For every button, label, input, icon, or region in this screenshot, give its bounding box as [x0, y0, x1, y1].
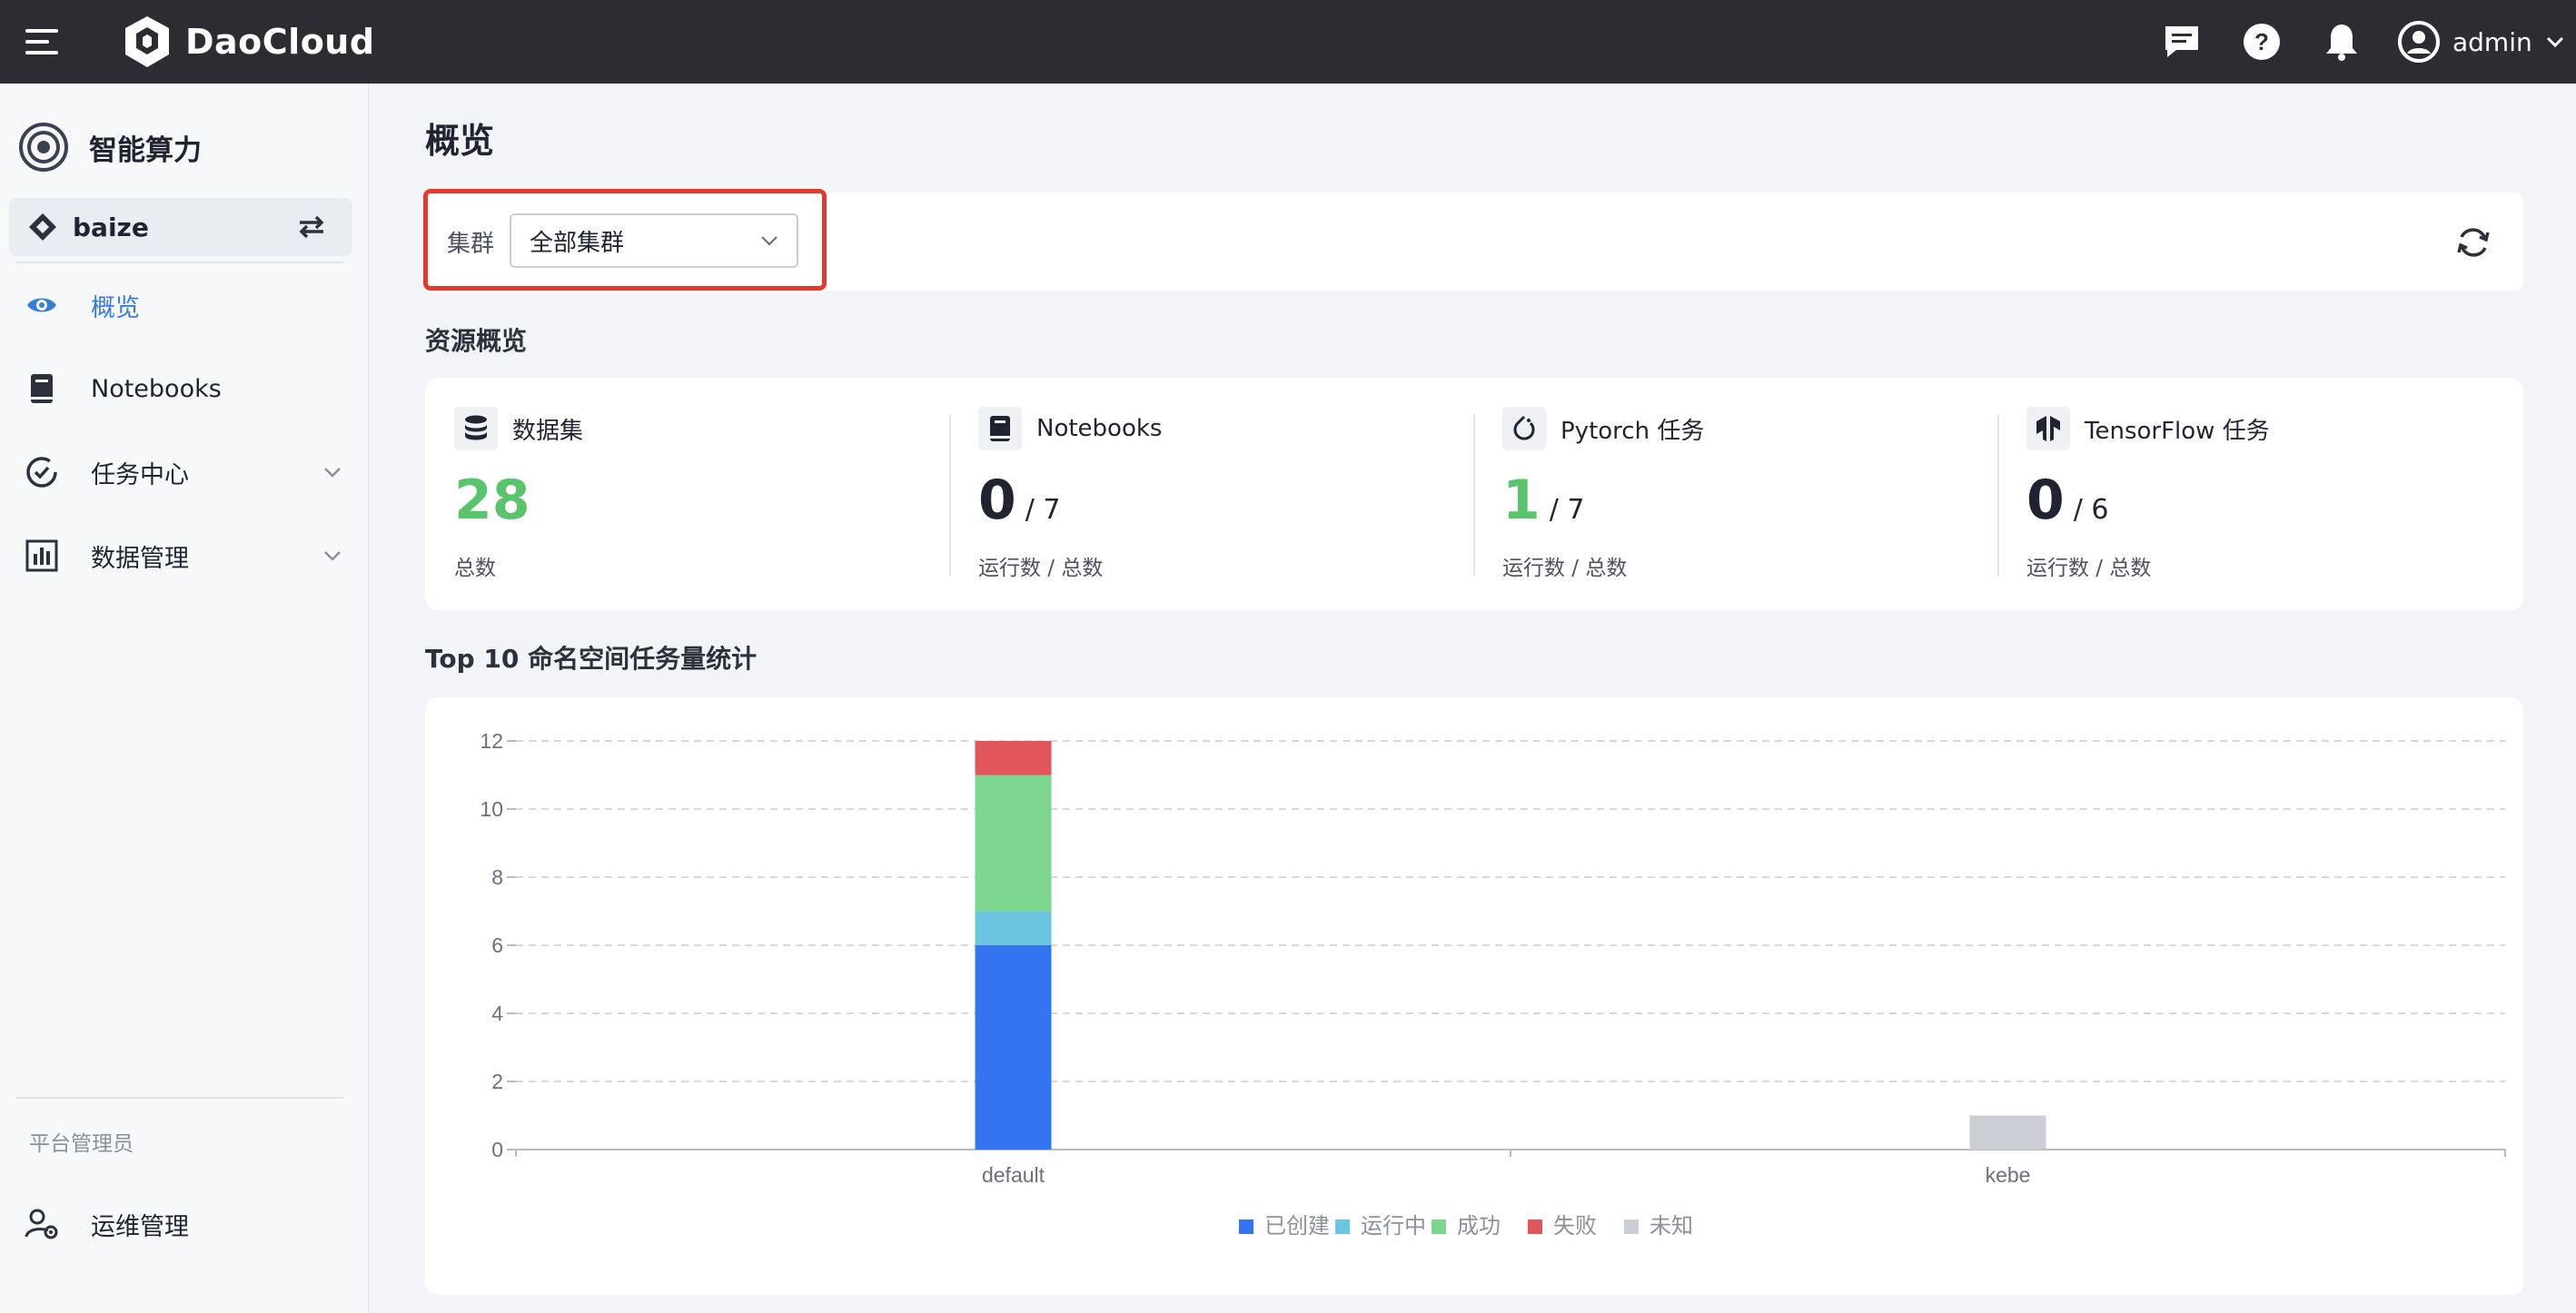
- brand-name: DaoCloud: [185, 22, 375, 62]
- legend-label: 已创建: [1264, 1213, 1330, 1239]
- workspace-switcher[interactable]: baize: [9, 198, 352, 256]
- sidebar-divider: [16, 262, 343, 263]
- help-icon[interactable]: ?: [2236, 16, 2287, 67]
- legend-label: 失败: [1553, 1213, 1597, 1239]
- y-tick-label: 2: [491, 1070, 503, 1093]
- daocloud-logo-icon: [125, 16, 169, 67]
- stat-caption: 运行数 / 总数: [978, 557, 1104, 580]
- notebook-icon: [978, 407, 1022, 450]
- cluster-select-value: 全部集群: [530, 229, 625, 257]
- stat-name: Notebooks: [1036, 415, 1163, 442]
- x-tick-label: kebe: [1986, 1163, 2031, 1187]
- sidebar-item-label: 概览: [91, 293, 140, 322]
- stat-total: / 7: [1549, 494, 1585, 526]
- y-tick-label: 6: [491, 933, 503, 957]
- cluster-filter-label: 集群: [447, 231, 495, 258]
- y-tick-label: 8: [491, 865, 503, 889]
- y-tick-label: 10: [480, 797, 503, 821]
- legend-swatch: [1624, 1219, 1639, 1234]
- refresh-icon[interactable]: [2452, 222, 2494, 263]
- svg-text:?: ?: [2254, 28, 2269, 55]
- bar-segment: [975, 775, 1052, 912]
- bar-segment: [975, 741, 1052, 775]
- bar-segment: [1969, 1115, 2046, 1150]
- legend-swatch: [1432, 1219, 1446, 1234]
- task-check-icon: [24, 454, 60, 490]
- chevron-down-icon: [324, 468, 341, 478]
- eye-icon: [24, 287, 60, 323]
- pytorch-icon: [1502, 407, 1546, 450]
- sidebar-item-data-management[interactable]: 数据管理: [24, 524, 347, 587]
- sidebar-divider: [16, 1097, 343, 1099]
- stat-value: 0: [978, 469, 1016, 532]
- chevron-down-icon: [761, 236, 778, 246]
- sidebar-item-label: 数据管理: [91, 544, 189, 573]
- x-tick-label: default: [982, 1163, 1045, 1187]
- message-icon[interactable]: [2156, 16, 2207, 67]
- stat-notebooks[interactable]: Notebooks 0 / 7 运行数 / 总数: [949, 378, 1473, 610]
- top-bar: DaoCloud ? admin: [0, 0, 2576, 84]
- chart-section-title: Top 10 命名空间任务量统计: [425, 644, 758, 674]
- stat-caption: 总数: [454, 557, 496, 580]
- cluster-select[interactable]: 全部集群: [510, 213, 798, 268]
- stat-datasets[interactable]: 数据集 28 总数: [425, 378, 949, 610]
- brand-logo[interactable]: DaoCloud: [122, 11, 375, 73]
- sidebar: 智能算力 baize 概览 Notebooks 任务中心 数据管理 平台管理员 …: [0, 84, 369, 1313]
- chevron-down-icon: [2546, 36, 2563, 48]
- database-icon: [454, 407, 498, 450]
- y-tick-label: 4: [491, 1002, 503, 1025]
- sidebar-item-notebooks[interactable]: Notebooks: [24, 357, 347, 420]
- bell-icon[interactable]: [2316, 16, 2367, 67]
- stat-caption: 运行数 / 总数: [2026, 557, 2152, 580]
- y-tick-label: 0: [491, 1138, 503, 1161]
- page-title: 概览: [425, 121, 495, 161]
- user-gear-icon: [24, 1206, 60, 1242]
- sidebar-item-overview[interactable]: 概览: [24, 273, 347, 337]
- switch-icon[interactable]: [296, 213, 327, 241]
- resource-stats-card: 数据集 28 总数 Notebooks 0 / 7 运行数 / 总数 Pytor…: [425, 378, 2523, 610]
- sidebar-item-ops-management[interactable]: 运维管理: [24, 1192, 347, 1256]
- stat-value: 0: [2026, 469, 2065, 532]
- section-label: 平台管理员: [29, 1132, 134, 1156]
- user-menu[interactable]: admin: [2398, 13, 2565, 71]
- workspace-name: baize: [73, 212, 149, 242]
- sidebar-item-task-center[interactable]: 任务中心: [24, 440, 347, 504]
- legend-label: 成功: [1457, 1213, 1501, 1239]
- legend-swatch: [1528, 1219, 1542, 1234]
- product-title: 智能算力: [18, 118, 202, 176]
- resources-section-title: 资源概览: [425, 326, 528, 356]
- chevron-down-icon: [324, 551, 341, 561]
- workspace-icon: [29, 213, 56, 241]
- legend-swatch: [1239, 1219, 1253, 1234]
- stat-caption: 运行数 / 总数: [1502, 557, 1628, 580]
- legend-label: 运行中: [1361, 1213, 1426, 1239]
- stat-total: / 7: [1025, 494, 1061, 526]
- stat-name: TensorFlow 任务: [2085, 417, 2270, 445]
- user-avatar-icon: [2398, 21, 2440, 63]
- user-name: admin: [2452, 26, 2532, 57]
- bar-segment: [975, 911, 1052, 945]
- stat-pytorch-jobs[interactable]: Pytorch 任务 1 / 7 运行数 / 总数: [1473, 378, 1997, 610]
- stat-name: Pytorch 任务: [1560, 417, 1705, 445]
- stat-value: 1: [1502, 469, 1541, 532]
- bar-segment: [975, 945, 1052, 1150]
- stat-value: 28: [454, 469, 530, 532]
- notebook-icon: [24, 370, 60, 407]
- ai-compute-icon: [19, 123, 68, 172]
- data-chart-icon: [24, 538, 60, 574]
- namespace-task-chart: 0 2 4 6 8 10 12 default kebe 已创建 运行中 成功 失败 未知: [425, 697, 2523, 1295]
- legend-swatch: [1335, 1219, 1350, 1234]
- sidebar-item-label: 运维管理: [91, 1212, 189, 1241]
- stat-total: / 6: [2073, 494, 2109, 526]
- tensorflow-icon: [2026, 407, 2070, 450]
- stacked-bar-chart: 0 2 4 6 8 10 12 default kebe 已创建 运行中 成功 失败 未知: [480, 729, 2506, 1239]
- stat-tensorflow-jobs[interactable]: TensorFlow 任务 0 / 6 运行数 / 总数: [1997, 378, 2522, 610]
- menu-icon[interactable]: [24, 24, 62, 60]
- legend-label: 未知: [1650, 1213, 1693, 1239]
- sidebar-item-label: Notebooks: [91, 374, 222, 403]
- stat-name: 数据集: [512, 417, 584, 445]
- y-tick-label: 12: [480, 729, 503, 753]
- sidebar-item-label: 任务中心: [91, 460, 189, 489]
